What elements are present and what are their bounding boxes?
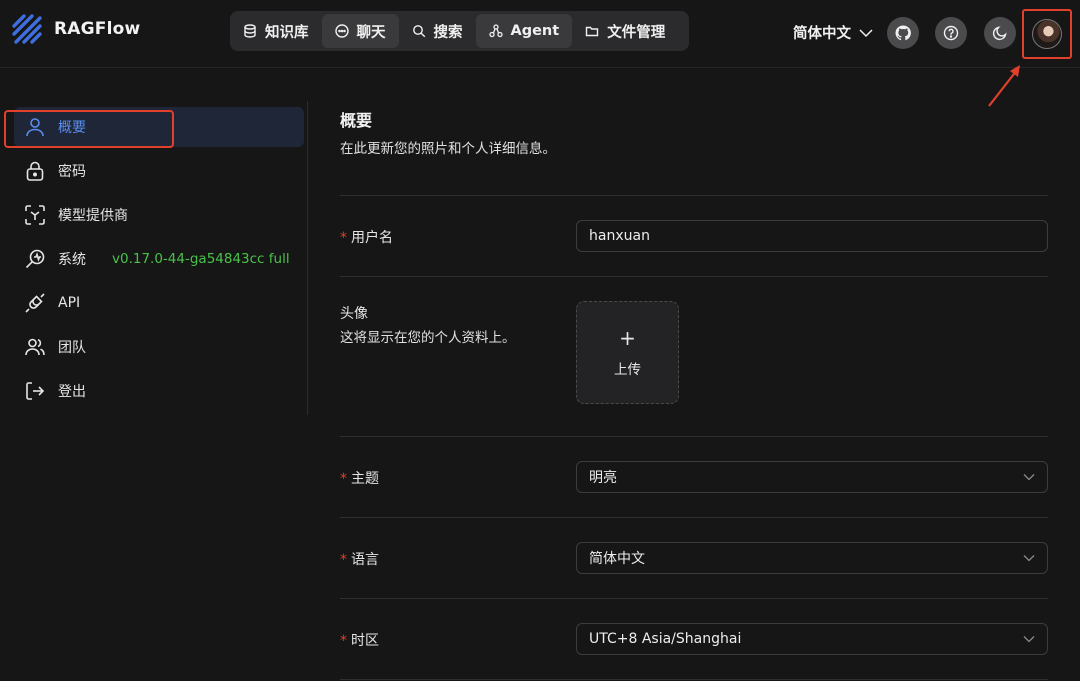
timezone-label-text: 时区: [351, 633, 379, 649]
username-label: * 用户名: [340, 227, 393, 247]
help-button[interactable]: [935, 17, 967, 49]
chevron-down-icon: [859, 28, 873, 37]
language-value: 简体中文: [589, 551, 645, 567]
nav-label: 聊天: [356, 24, 386, 41]
theme-select[interactable]: 明亮: [576, 461, 1048, 493]
nav-file-management[interactable]: 文件管理: [572, 14, 678, 48]
nav-search[interactable]: 搜索: [399, 14, 476, 48]
lock-icon: [26, 161, 44, 181]
system-version: v0.17.0-44-ga54843cc full: [112, 251, 290, 267]
sidebar-item-password[interactable]: 密码: [14, 151, 304, 191]
timezone-label: * 时区: [340, 630, 379, 650]
language-selector[interactable]: 简体中文: [793, 22, 873, 43]
profile-panel: 概要 在此更新您的照片和个人详细信息。 *用户名 头像 这将显示在您的个人资料上…: [340, 69, 1048, 681]
sidebar-item-label: 模型提供商: [58, 208, 128, 224]
sidebar-item-system[interactable]: 系统 v0.17.0-44-ga54843cc full: [14, 239, 304, 279]
divider: [340, 517, 1048, 518]
upload-label: 上传: [614, 361, 641, 378]
sidebar-divider: [307, 101, 308, 415]
sidebar-item-label: 登出: [58, 384, 86, 400]
system-icon: [25, 249, 45, 269]
theme-label-text: 主题: [351, 471, 379, 487]
sidebar-item-label: 密码: [58, 164, 86, 180]
nav-knowledge-base[interactable]: 知识库: [230, 14, 322, 48]
team-icon: [25, 338, 45, 356]
required-marker: *: [340, 230, 347, 246]
nav-label: 知识库: [265, 24, 309, 41]
avatar-highlight-box: [1022, 9, 1072, 59]
sidebar-item-team[interactable]: 团队: [14, 327, 304, 367]
nav-label: Agent: [510, 23, 560, 39]
avatar-label: 头像: [340, 306, 368, 322]
app-logo[interactable]: RAGFlow: [10, 12, 140, 46]
language-label: 简体中文: [793, 26, 851, 42]
theme-toggle-button[interactable]: [984, 17, 1016, 49]
moon-icon: [992, 26, 1007, 41]
timezone-select[interactable]: UTC+8 Asia/Shanghai: [576, 623, 1048, 655]
app-name: RAGFlow: [54, 19, 141, 39]
sidebar-item-logout[interactable]: 登出: [14, 371, 304, 411]
chat-icon: [334, 24, 349, 38]
theme-value: 明亮: [589, 470, 617, 486]
avatar[interactable]: [1032, 19, 1062, 49]
chevron-down-icon: [1023, 636, 1035, 643]
nav-agent[interactable]: Agent: [475, 14, 573, 48]
sidebar-item-model-providers[interactable]: 模型提供商: [14, 195, 304, 235]
sidebar-item-label: 概要: [58, 120, 86, 136]
agent-icon: [488, 24, 503, 38]
required-marker: *: [340, 552, 347, 568]
plus-icon: +: [619, 325, 636, 350]
avatar-upload-button[interactable]: + 上传: [576, 301, 679, 404]
plug-icon: [25, 293, 45, 313]
database-icon: [244, 24, 256, 38]
nav-label: 文件管理: [607, 24, 666, 41]
sidebar-item-label: 系统: [58, 252, 86, 268]
github-button[interactable]: [887, 17, 919, 49]
logout-icon: [26, 382, 45, 400]
divider: [340, 195, 1048, 196]
page-subtitle: 在此更新您的照片和个人详细信息。: [340, 141, 556, 157]
divider: [340, 598, 1048, 599]
chevron-down-icon: [1023, 474, 1035, 481]
required-marker: *: [340, 471, 347, 487]
model-icon: [25, 205, 45, 225]
top-header: RAGFlow 知识库 聊天 搜索 Agent 文件管理 简体中文: [0, 0, 1080, 68]
language-label: * 语言: [340, 549, 379, 569]
folder-icon: [586, 26, 599, 37]
sidebar-item-profile[interactable]: 概要: [14, 107, 304, 147]
required-marker: *: [340, 633, 347, 649]
divider: [340, 436, 1048, 437]
help-icon: [943, 25, 959, 41]
avatar-help-text: 这将显示在您的个人资料上。: [340, 330, 516, 346]
sidebar-item-label: 团队: [58, 340, 86, 356]
github-icon: [895, 25, 911, 41]
language-select[interactable]: 简体中文: [576, 542, 1048, 574]
chevron-down-icon: [1023, 555, 1035, 562]
username-input[interactable]: [576, 220, 1048, 252]
theme-label: * 主题: [340, 468, 379, 488]
sidebar-item-label: API: [58, 295, 81, 311]
user-icon: [26, 118, 44, 137]
sidebar-item-api[interactable]: API: [14, 283, 304, 323]
divider: [340, 679, 1048, 680]
nav-label: 搜索: [433, 24, 463, 41]
nav-chat[interactable]: 聊天: [321, 14, 399, 48]
username-label-text: 用户名: [351, 230, 393, 246]
top-navigation: 知识库 聊天 搜索 Agent 文件管理: [230, 11, 689, 51]
ragflow-logo-icon: [12, 14, 42, 44]
search-icon: [412, 25, 425, 38]
language-label-text: 语言: [351, 552, 379, 568]
page-title: 概要: [340, 111, 373, 130]
timezone-value: UTC+8 Asia/Shanghai: [589, 631, 742, 647]
divider: [340, 276, 1048, 277]
